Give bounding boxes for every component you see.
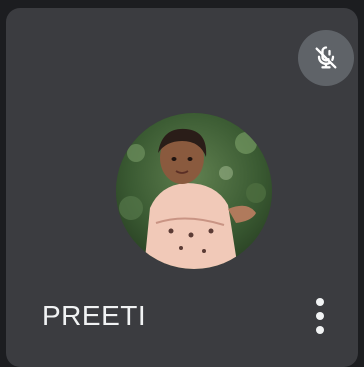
participant-tile: PREETI xyxy=(6,8,358,367)
participant-photo xyxy=(116,113,272,269)
more-vertical-icon-dot xyxy=(316,312,324,320)
mic-off-icon xyxy=(315,46,337,69)
more-vertical-icon-dot xyxy=(316,326,324,334)
mic-off-button[interactable] xyxy=(298,30,354,86)
more-vertical-icon xyxy=(316,298,324,306)
participant-name: PREETI xyxy=(42,300,147,331)
more-options-button[interactable] xyxy=(302,292,338,340)
avatar xyxy=(116,113,272,269)
